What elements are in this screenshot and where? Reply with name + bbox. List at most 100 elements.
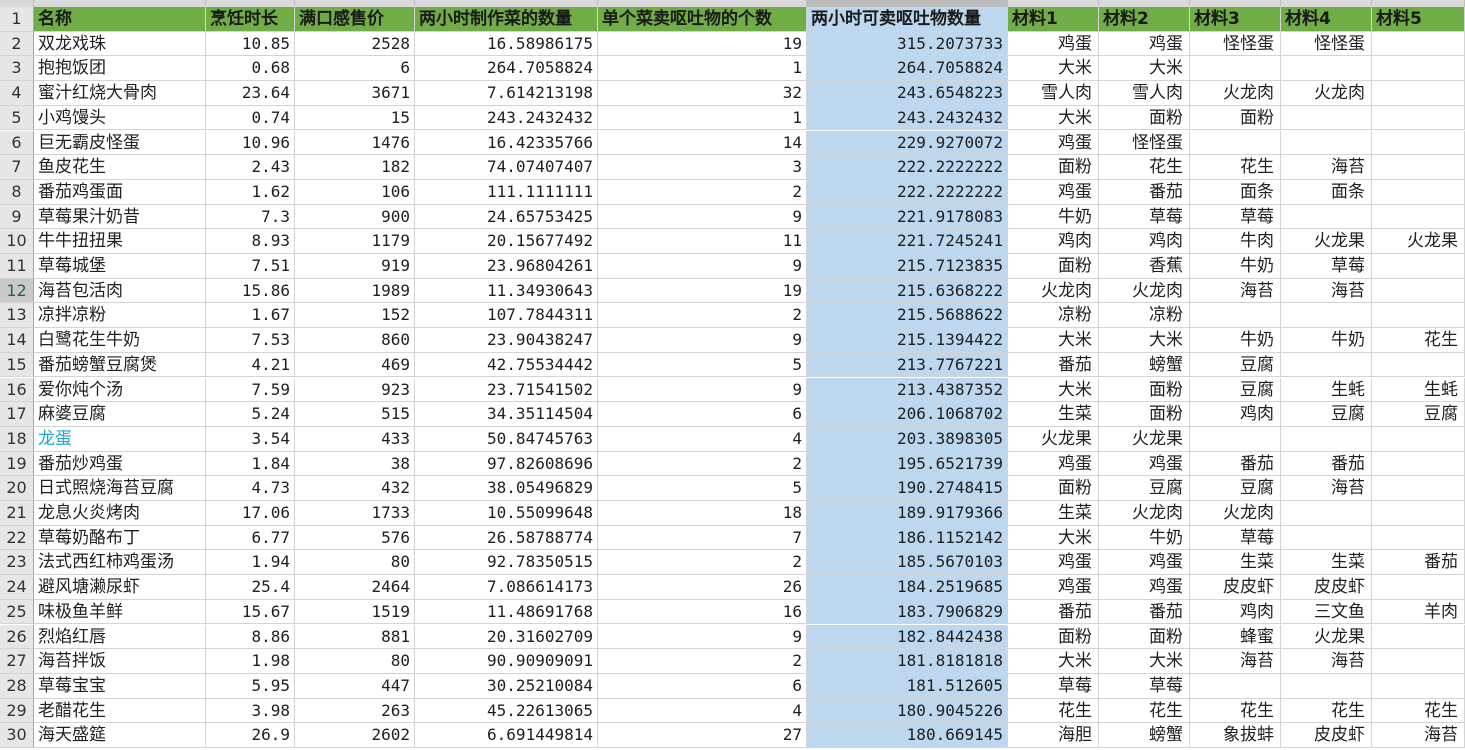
table-cell[interactable]: 1 [598, 105, 807, 131]
table-cell[interactable]: 107.7844311 [415, 303, 598, 329]
table-cell[interactable]: 火龙肉 [1099, 501, 1190, 526]
table-cell[interactable]: 花生 [1190, 698, 1281, 724]
table-cell[interactable]: 229.9270072 [807, 130, 1008, 156]
table-cell[interactable]: 豆腐 [1281, 402, 1372, 427]
table-cell[interactable]: 牛奶 [1008, 204, 1099, 230]
table-cell[interactable]: 面粉 [1099, 377, 1190, 403]
table-cell[interactable]: 花生 [1281, 698, 1372, 724]
table-cell[interactable]: 鸡肉 [1099, 229, 1190, 254]
table-cell[interactable]: 海苔 [1281, 155, 1372, 180]
table-cell[interactable]: 15.86 [206, 278, 295, 304]
table-cell[interactable]: 90.90909091 [415, 649, 598, 674]
table-cell[interactable]: 80 [295, 550, 415, 576]
column-header-5[interactable] [598, 0, 807, 7]
table-cell[interactable]: 小鸡馒头 [34, 105, 206, 131]
table-cell[interactable]: 番茄螃蟹豆腐煲 [34, 352, 206, 378]
table-cell[interactable]: 豆腐 [1099, 476, 1190, 501]
table-cell[interactable]: 17.06 [206, 501, 295, 526]
table-cell[interactable]: 大米 [1008, 56, 1099, 82]
table-cell[interactable]: 花生 [1190, 155, 1281, 180]
table-cell[interactable] [1281, 426, 1372, 452]
table-cell[interactable]: 香蕉 [1099, 254, 1190, 279]
table-cell[interactable]: 576 [295, 525, 415, 551]
table-cell[interactable] [1190, 56, 1281, 82]
table-cell[interactable]: 草莓 [1190, 525, 1281, 551]
table-cell[interactable] [1372, 426, 1465, 452]
table-cell[interactable]: 草莓果汁奶昔 [34, 204, 206, 230]
table-cell[interactable]: 面粉 [1099, 402, 1190, 427]
column-header-9[interactable] [1190, 0, 1281, 7]
table-cell[interactable]: 海苔包活肉 [34, 278, 206, 304]
table-cell[interactable]: 面粉 [1008, 254, 1099, 279]
table-cell[interactable]: 184.2519685 [807, 575, 1008, 600]
table-cell[interactable]: 7.51 [206, 254, 295, 279]
table-cell[interactable]: 1.94 [206, 550, 295, 576]
table-cell[interactable]: 龙息火炎烤肉 [34, 501, 206, 526]
table-cell[interactable]: 火龙果 [1008, 426, 1099, 452]
row-number[interactable]: 3 [0, 56, 34, 82]
table-cell[interactable]: 火龙果 [1281, 624, 1372, 650]
table-cell[interactable]: 213.4387352 [807, 377, 1008, 403]
table-cell[interactable]: 牛奶 [1281, 328, 1372, 353]
table-cell[interactable]: 花生 [1372, 328, 1465, 353]
table-cell[interactable]: 221.7245241 [807, 229, 1008, 254]
column-title[interactable]: 两小时可卖呕吐物数量 [807, 7, 1008, 32]
table-cell[interactable]: 9 [598, 254, 807, 279]
row-number[interactable]: 1 [0, 7, 34, 32]
table-cell[interactable]: 15.67 [206, 599, 295, 625]
table-cell[interactable]: 27 [598, 723, 807, 748]
row-number[interactable]: 24 [0, 575, 34, 600]
table-cell[interactable]: 皮皮虾 [1281, 723, 1372, 748]
table-cell[interactable]: 181.8181818 [807, 649, 1008, 674]
table-cell[interactable]: 大米 [1008, 525, 1099, 551]
table-cell[interactable]: 206.1068702 [807, 402, 1008, 427]
table-cell[interactable]: 面条 [1281, 179, 1372, 205]
row-number[interactable]: 15 [0, 352, 34, 378]
table-cell[interactable]: 蜂蜜 [1190, 624, 1281, 650]
table-cell[interactable]: 象拔蚌 [1190, 723, 1281, 748]
column-header-10[interactable] [1281, 0, 1372, 7]
table-cell[interactable]: 草莓 [1099, 673, 1190, 699]
table-cell[interactable] [1190, 303, 1281, 329]
table-cell[interactable]: 2 [598, 649, 807, 674]
table-cell[interactable] [1372, 278, 1465, 304]
table-cell[interactable]: 9 [598, 624, 807, 650]
table-cell[interactable]: 900 [295, 204, 415, 230]
table-cell[interactable] [1372, 254, 1465, 279]
table-cell[interactable]: 30.25210084 [415, 673, 598, 699]
table-cell[interactable]: 263 [295, 698, 415, 724]
table-cell[interactable]: 花生 [1099, 698, 1190, 724]
table-cell[interactable]: 16.58986175 [415, 31, 598, 57]
table-cell[interactable]: 2 [598, 303, 807, 329]
table-cell[interactable]: 7.53 [206, 328, 295, 353]
table-cell[interactable]: 番茄鸡蛋面 [34, 179, 206, 205]
table-cell[interactable]: 14 [598, 130, 807, 156]
table-cell[interactable]: 草莓城堡 [34, 254, 206, 279]
table-cell[interactable]: 番茄 [1190, 451, 1281, 477]
table-cell[interactable]: 草莓 [1190, 204, 1281, 230]
table-cell[interactable]: 大米 [1008, 649, 1099, 674]
table-cell[interactable]: 火龙肉 [1190, 501, 1281, 526]
column-header-7[interactable] [1008, 0, 1099, 7]
table-cell[interactable]: 面粉 [1008, 476, 1099, 501]
table-cell[interactable]: 鱼皮花生 [34, 155, 206, 180]
table-cell[interactable]: 避风塘濑尿虾 [34, 575, 206, 600]
table-cell[interactable]: 315.2073733 [807, 31, 1008, 57]
table-cell[interactable]: 106 [295, 179, 415, 205]
row-number[interactable]: 4 [0, 81, 34, 106]
table-cell[interactable]: 火龙肉 [1190, 81, 1281, 106]
table-cell[interactable]: 面粉 [1008, 624, 1099, 650]
table-cell[interactable]: 皮皮虾 [1281, 575, 1372, 600]
table-cell[interactable]: 海苔 [1281, 649, 1372, 674]
table-cell[interactable]: 23.96804261 [415, 254, 598, 279]
column-header-4[interactable] [415, 0, 598, 7]
table-cell[interactable]: 牛奶 [1099, 525, 1190, 551]
table-cell[interactable]: 6.77 [206, 525, 295, 551]
table-cell[interactable] [1372, 31, 1465, 57]
row-number[interactable]: 5 [0, 105, 34, 131]
table-cell[interactable]: 螃蟹 [1099, 352, 1190, 378]
table-cell[interactable]: 草莓 [1008, 673, 1099, 699]
table-cell[interactable]: 1.98 [206, 649, 295, 674]
table-cell[interactable]: 23.64 [206, 81, 295, 106]
column-header-1[interactable] [34, 0, 206, 7]
